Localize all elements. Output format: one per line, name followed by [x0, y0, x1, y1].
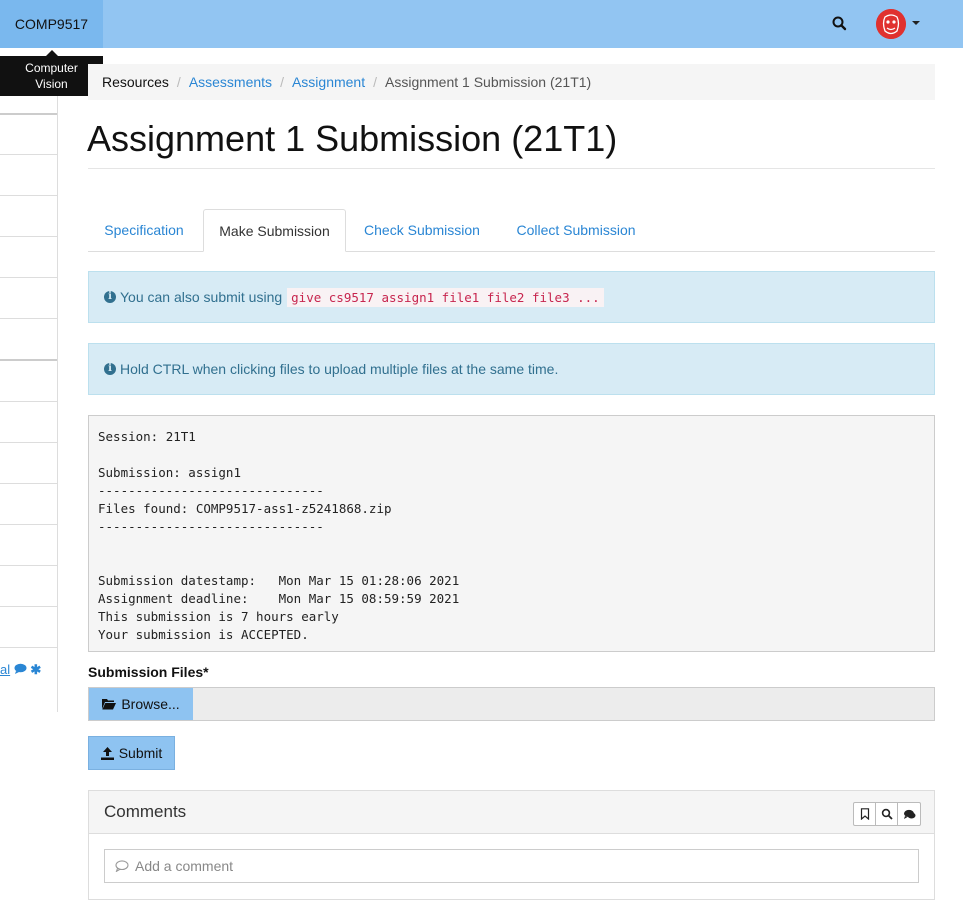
output-line: This submission is 7 hours early [98, 609, 339, 624]
ctrl-hint-alert: i Hold CTRL when clicking files to uploa… [88, 343, 935, 395]
sidebar-item[interactable] [0, 195, 57, 196]
user-avatar[interactable] [876, 9, 906, 39]
tab-specification[interactable]: Specification [88, 209, 200, 251]
submit-label: Submit [118, 745, 163, 761]
comment-toolbar [853, 802, 921, 826]
breadcrumb-resources[interactable]: Resources [102, 74, 169, 90]
info-icon: i [104, 363, 116, 375]
breadcrumb-current: Assignment 1 Submission (21T1) [385, 74, 592, 90]
sidebar-item[interactable] [0, 318, 57, 319]
sidebar-divider [0, 359, 57, 361]
sidebar-item[interactable] [0, 606, 57, 607]
bookmark-icon[interactable] [854, 803, 876, 825]
title-divider [88, 168, 935, 169]
tab-check-submission[interactable]: Check Submission [350, 209, 494, 251]
comments-title: Comments [104, 802, 187, 821]
give-command-code: give cs9517 assign1 file1 file2 file3 ..… [287, 287, 604, 307]
course-brand-link[interactable]: COMP9517 [0, 0, 103, 48]
comments-header: Comments [89, 791, 934, 834]
sidebar-item[interactable] [0, 442, 57, 443]
chat-icon[interactable] [14, 662, 31, 677]
top-navbar [0, 0, 963, 48]
left-sidebar [0, 96, 58, 712]
comment-bubble-icon [115, 860, 129, 872]
sidebar-item[interactable] [0, 401, 57, 402]
info-icon: i [104, 291, 116, 303]
sidebar-divider [0, 113, 57, 115]
give-alert-text: You can also submit using [120, 289, 283, 305]
output-line: Session: 21T1 [98, 429, 196, 444]
upload-icon [100, 746, 114, 760]
search-comments-icon[interactable] [876, 803, 898, 825]
output-line: ------------------------------ [98, 483, 324, 498]
submission-files-label: Submission Files* [88, 664, 209, 680]
tab-collect-submission[interactable]: Collect Submission [500, 209, 652, 251]
tooltip-line-2: Vision [35, 77, 68, 91]
output-line: ------------------------------ [98, 519, 324, 534]
breadcrumb-assignment[interactable]: Assignment [292, 74, 365, 90]
user-menu-caret-icon[interactable] [912, 21, 920, 25]
asterisk-icon[interactable]: ✱ [30, 662, 41, 677]
sidebar-item[interactable] [0, 154, 57, 155]
sidebar-item[interactable] [0, 565, 57, 566]
output-line: Assignment deadline: Mon Mar 15 08:59:59… [98, 591, 460, 606]
file-input-field[interactable] [88, 687, 935, 721]
breadcrumb-separator: / [176, 74, 181, 90]
comments-icon[interactable] [898, 803, 920, 825]
search-icon[interactable] [830, 14, 850, 34]
output-line: Submission datestamp: Mon Mar 15 01:28:0… [98, 573, 460, 588]
comment-placeholder: Add a comment [135, 858, 234, 874]
breadcrumb: Resources / Assessments / Assignment / A… [88, 64, 935, 100]
breadcrumb-separator: / [280, 74, 284, 90]
sidebar-item[interactable] [0, 483, 57, 484]
sidebar-item[interactable] [0, 524, 57, 525]
breadcrumb-assessments[interactable]: Assessments [189, 74, 272, 90]
sidebar-item[interactable] [0, 277, 57, 278]
give-command-alert: i You can also submit using give cs9517 … [88, 271, 935, 323]
browse-label: Browse... [121, 696, 180, 712]
comments-panel: Comments Add a comment [88, 790, 935, 900]
breadcrumb-separator: / [373, 74, 377, 90]
submission-tabs: Specification Make Submission Check Subm… [88, 209, 935, 252]
sidebar-item[interactable] [0, 647, 57, 648]
ctrl-alert-text: Hold CTRL when clicking files to upload … [120, 361, 559, 377]
output-line: Your submission is ACCEPTED. [98, 627, 309, 642]
sidebar-footer: al ✱ [0, 662, 41, 678]
tab-make-submission[interactable]: Make Submission [203, 209, 346, 252]
submission-output: Session: 21T1 Submission: assign1 ------… [88, 415, 935, 652]
output-line: Submission: assign1 [98, 465, 241, 480]
folder-open-icon [102, 699, 117, 710]
sidebar-item[interactable] [0, 236, 57, 237]
page-title: Assignment 1 Submission (21T1) [87, 118, 618, 159]
browse-button[interactable]: Browse... [89, 688, 193, 720]
output-line: Files found: COMP9517-ass1-z5241868.zip [98, 501, 392, 516]
submit-button[interactable]: Submit [88, 736, 175, 770]
tooltip-line-1: Computer [25, 61, 78, 75]
sidebar-footer-link[interactable]: al [0, 662, 10, 677]
comment-input[interactable]: Add a comment [104, 849, 919, 883]
